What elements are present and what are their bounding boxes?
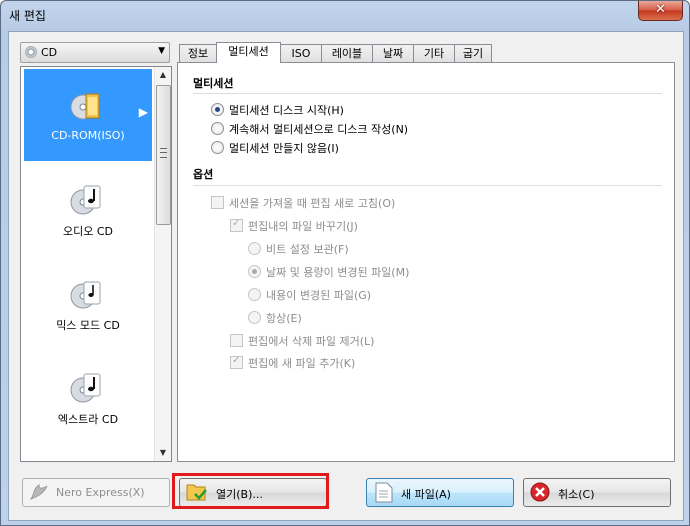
new-compilation-window: 새 편집 ✕ CD ▼ CD-ROM(ISO) ▶ 오디오 CD 믹스 모드 C… xyxy=(0,0,690,526)
radio-no-multisession[interactable]: 멀티세션 만들지 않음(I) xyxy=(211,140,339,156)
dialog-body: CD ▼ CD-ROM(ISO) ▶ 오디오 CD 믹스 모드 CD 엑스트라 … xyxy=(8,31,684,521)
option-label: 편집내의 파일 바꾸기(J) xyxy=(248,220,358,233)
option-label: 멀티세션 디스크 시작(H) xyxy=(229,104,344,117)
highlight-box xyxy=(172,473,329,509)
tab-info[interactable]: 정보 xyxy=(179,44,217,62)
mixed-mode-cd-icon xyxy=(70,281,101,309)
radio-button[interactable] xyxy=(211,122,224,135)
media-type-value: CD xyxy=(41,46,58,59)
compilation-type-list[interactable]: CD-ROM(ISO) ▶ 오디오 CD 믹스 모드 CD 엑스트라 CD ▲ … xyxy=(20,66,172,462)
checkbox[interactable] xyxy=(211,196,224,209)
button-label: Nero Express(X) xyxy=(56,486,145,499)
section-divider xyxy=(193,185,662,186)
close-icon: ✕ xyxy=(655,2,666,17)
option-label: 편집에 새 파일 추가(K) xyxy=(248,357,356,370)
radio-date-size-changed[interactable]: 날짜 및 용량이 변경된 파일(M) xyxy=(248,264,409,280)
tab-multisession[interactable]: 멀티세션 xyxy=(216,42,281,63)
list-item-cdrom-iso[interactable]: CD-ROM(ISO) ▶ xyxy=(24,69,152,161)
chevron-down-icon: ▼ xyxy=(158,46,165,56)
list-item-label: 엑스트라 CD xyxy=(57,413,119,426)
multisession-heading: 멀티세션 xyxy=(193,77,234,90)
tab-misc[interactable]: 기타 xyxy=(413,44,455,62)
radio-button[interactable] xyxy=(248,242,261,255)
option-label: 내용이 변경된 파일(G) xyxy=(266,289,372,302)
close-button[interactable]: ✕ xyxy=(638,1,683,21)
button-label: 새 파일(A) xyxy=(401,488,451,501)
radio-button[interactable] xyxy=(248,288,261,301)
list-item-audio-cd[interactable]: 오디오 CD xyxy=(24,163,152,255)
radio-keep-bits[interactable]: 비트 설정 보관(F) xyxy=(248,241,349,257)
option-label: 비트 설정 보관(F) xyxy=(266,243,349,256)
list-scrollbar[interactable]: ▲ ▼ xyxy=(154,67,171,461)
extra-cd-icon xyxy=(70,373,101,403)
radio-always[interactable]: 항상(E) xyxy=(248,310,302,326)
option-label: 날짜 및 용량이 변경된 파일(M) xyxy=(266,266,410,279)
checkbox[interactable] xyxy=(230,355,243,369)
audio-cd-icon xyxy=(70,185,101,215)
tab-iso[interactable]: ISO xyxy=(280,44,322,62)
option-label: 계속해서 멀티세션으로 디스크 작성(N) xyxy=(229,123,409,136)
cdrom-iso-icon xyxy=(70,93,100,120)
options-heading: 옵션 xyxy=(193,168,214,181)
radio-start-multisession[interactable]: 멀티세션 디스크 시작(H) xyxy=(211,102,344,118)
option-label: 세션을 가져올 때 편집 새로 고침(O) xyxy=(229,197,396,210)
window-title: 새 편집 xyxy=(9,9,46,23)
media-type-dropdown[interactable]: CD ▼ xyxy=(20,42,170,63)
list-item-extra-cd[interactable]: 엑스트라 CD xyxy=(24,351,152,443)
list-item-label: 오디오 CD xyxy=(62,225,113,238)
cancel-button[interactable]: 취소(C) xyxy=(523,478,671,507)
selection-arrow-icon: ▶ xyxy=(138,105,148,119)
option-label: 항상(E) xyxy=(266,312,302,325)
checkbox[interactable] xyxy=(230,218,243,232)
scrollbar-thumb[interactable] xyxy=(156,85,171,225)
list-item-mixed-mode-cd[interactable]: 믹스 모드 CD xyxy=(24,257,152,349)
multisession-panel: 멀티세션 멀티세션 디스크 시작(H) 계속해서 멀티세션으로 디스크 작성(N… xyxy=(177,62,675,462)
tab-date[interactable]: 날짜 xyxy=(372,44,414,62)
scroll-up-icon[interactable]: ▲ xyxy=(155,67,171,83)
tab-burn[interactable]: 굽기 xyxy=(454,44,492,62)
section-divider xyxy=(193,93,662,94)
list-item-label: 믹스 모드 CD xyxy=(56,319,120,332)
cancel-x-icon xyxy=(530,482,550,502)
checkbox-add-new-files[interactable]: 편집에 새 파일 추가(K) xyxy=(230,355,355,371)
grip-icon xyxy=(160,148,167,158)
radio-button[interactable] xyxy=(248,265,261,278)
new-file-button[interactable]: 새 파일(A) xyxy=(366,478,514,507)
new-document-icon xyxy=(375,482,393,503)
tab-label[interactable]: 레이블 xyxy=(321,44,373,62)
radio-button[interactable] xyxy=(211,141,224,154)
nero-flame-icon xyxy=(29,483,48,501)
checkbox-replace-files[interactable]: 편집내의 파일 바꾸기(J) xyxy=(230,218,358,234)
radio-button[interactable] xyxy=(248,311,261,324)
checkbox-remove-deleted[interactable]: 편집에서 삭제 파일 제거(L) xyxy=(230,333,374,349)
checkbox-refresh-on-import[interactable]: 세션을 가져올 때 편집 새로 고침(O) xyxy=(211,195,395,211)
radio-button[interactable] xyxy=(211,103,224,116)
button-label: 취소(C) xyxy=(558,488,595,501)
scroll-down-icon[interactable]: ▼ xyxy=(155,445,171,461)
option-label: 편집에서 삭제 파일 제거(L) xyxy=(248,335,375,348)
title-bar: 새 편집 ✕ xyxy=(1,1,689,29)
radio-content-changed[interactable]: 내용이 변경된 파일(G) xyxy=(248,287,371,303)
option-label: 멀티세션 만들지 않음(I) xyxy=(229,142,339,155)
list-item-label: CD-ROM(ISO) xyxy=(51,129,125,142)
disc-icon xyxy=(25,46,37,58)
nero-express-button[interactable]: Nero Express(X) xyxy=(22,478,170,507)
radio-continue-multisession[interactable]: 계속해서 멀티세션으로 디스크 작성(N) xyxy=(211,121,408,137)
checkbox[interactable] xyxy=(230,334,243,347)
